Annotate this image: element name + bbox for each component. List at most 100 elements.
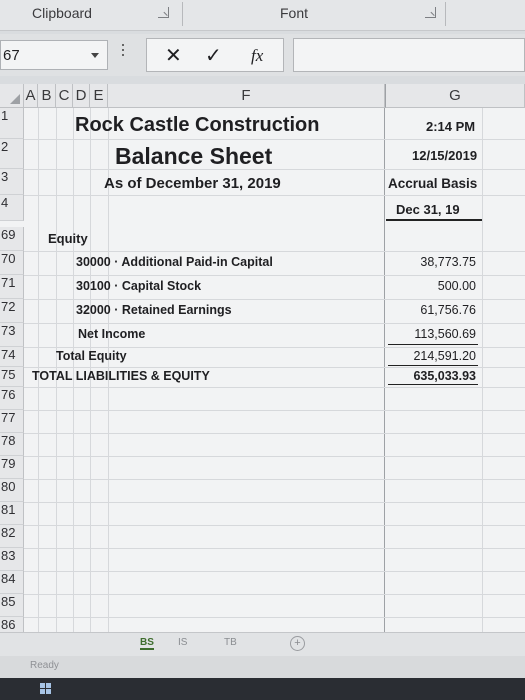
column-heading-date: Dec 31, 19 xyxy=(396,202,460,217)
name-box[interactable]: 67 xyxy=(0,40,108,70)
sheet-tab-bs[interactable]: BS xyxy=(140,637,154,650)
grid-line xyxy=(24,456,525,457)
drag-handle-icon[interactable] xyxy=(122,44,125,59)
row-header[interactable]: 71 xyxy=(0,275,24,299)
formula-input[interactable] xyxy=(293,38,525,72)
row-value-retained-earnings: 61,756.76 xyxy=(420,303,476,317)
row-value-total-liabilities-equity: 635,033.93 xyxy=(413,369,476,383)
insert-function-icon[interactable]: fx xyxy=(251,46,263,66)
column-header-g[interactable]: G xyxy=(385,84,525,108)
grid-line xyxy=(24,548,525,549)
grid-line xyxy=(24,410,525,411)
grid-line xyxy=(482,108,483,648)
row-header[interactable]: 82 xyxy=(0,525,24,548)
row-header[interactable]: 80 xyxy=(0,479,24,502)
cancel-icon[interactable]: ✕ xyxy=(165,43,182,68)
sheet-tab-is[interactable]: IS xyxy=(178,637,187,648)
column-header-b[interactable]: B xyxy=(38,84,56,108)
select-all-corner[interactable] xyxy=(0,84,24,108)
report-title: Balance Sheet xyxy=(115,143,273,169)
formula-bar: 67 ✕ ✓ fx xyxy=(0,34,525,76)
row-label-equity: Equity xyxy=(48,231,88,246)
ribbon: Clipboard Font xyxy=(0,0,525,31)
clipboard-group-label: Clipboard xyxy=(32,5,92,21)
row-header[interactable]: 69 xyxy=(0,227,24,251)
row-value-capital-stock: 500.00 xyxy=(437,279,476,293)
row-header[interactable]: 72 xyxy=(0,299,24,323)
font-group-label: Font xyxy=(280,5,309,21)
grid-line xyxy=(24,594,525,595)
row-header[interactable]: 4 xyxy=(0,195,24,221)
sheet-tab-bar: BS IS TB + xyxy=(0,632,525,657)
subtotal-underline xyxy=(388,344,478,345)
row-header[interactable]: 3 xyxy=(0,169,24,195)
grid-line xyxy=(24,323,525,324)
row-label-additional-paid-in-capital: 30000 · Additional Paid-in Capital xyxy=(76,255,273,269)
row-label-capital-stock: 30100 · Capital Stock xyxy=(76,279,202,293)
row-value-net-income: 113,560.69 xyxy=(414,327,476,341)
row-header[interactable]: 70 xyxy=(0,251,24,275)
windows-start-icon[interactable] xyxy=(40,683,52,695)
row-label-total-equity: Total Equity xyxy=(56,349,127,363)
chevron-down-icon[interactable] xyxy=(91,53,99,58)
report-as-of-date: As of December 31, 2019 xyxy=(104,175,281,192)
status-bar: Ready xyxy=(0,656,525,678)
grid-line xyxy=(24,502,525,503)
row-header[interactable]: 74 xyxy=(0,347,24,367)
column-header-a[interactable]: A xyxy=(24,84,38,108)
taskbar xyxy=(0,678,525,700)
grid-line xyxy=(24,169,525,170)
column-header-c[interactable]: C xyxy=(56,84,73,108)
ribbon-separator xyxy=(445,2,446,26)
name-box-value: 67 xyxy=(3,47,20,64)
report-date: 12/15/2019 xyxy=(412,148,478,163)
grand-total-double-underline xyxy=(388,384,478,385)
grid-line xyxy=(24,275,525,276)
row-label-retained-earnings: 32000 · Retained Earnings xyxy=(76,303,232,317)
column-header-d[interactable]: D xyxy=(73,84,90,108)
spreadsheet-grid[interactable]: A B C D E F G 1 2 3 4 Rock Castle Constr… xyxy=(0,84,525,654)
row-header[interactable]: 85 xyxy=(0,594,24,617)
grid-line xyxy=(24,571,525,572)
grid-line xyxy=(24,195,525,196)
row-header[interactable]: 76 xyxy=(0,387,24,410)
grid-line xyxy=(24,299,525,300)
row-header[interactable]: 79 xyxy=(0,456,24,479)
row-header[interactable]: 73 xyxy=(0,323,24,347)
status-text: Ready xyxy=(30,660,59,671)
row-header[interactable]: 2 xyxy=(0,139,24,169)
row-header[interactable]: 83 xyxy=(0,548,24,571)
grid-line xyxy=(24,251,525,252)
report-company-name: Rock Castle Construction xyxy=(75,114,320,136)
grid-line xyxy=(24,479,525,480)
row-header[interactable]: 77 xyxy=(0,410,24,433)
report-time: 2:14 PM xyxy=(426,119,476,134)
grid-line xyxy=(24,387,525,388)
report-basis: Accrual Basis xyxy=(388,176,478,191)
column-header-e[interactable]: E xyxy=(90,84,108,108)
grid-line xyxy=(24,433,525,434)
column-header-f[interactable]: F xyxy=(108,84,385,108)
grid-line xyxy=(24,617,525,618)
ribbon-separator xyxy=(182,2,183,26)
clipboard-dialog-launcher-icon[interactable] xyxy=(158,7,169,18)
sheet-tab-tb[interactable]: TB xyxy=(224,637,237,648)
enter-check-icon[interactable]: ✓ xyxy=(205,43,222,68)
font-dialog-launcher-icon[interactable] xyxy=(425,7,436,18)
row-header[interactable]: 84 xyxy=(0,571,24,594)
row-header[interactable]: 75 xyxy=(0,367,24,387)
grid-line xyxy=(24,347,525,348)
grid-line xyxy=(384,108,385,648)
row-value-additional-paid-in-capital: 38,773.75 xyxy=(420,255,476,269)
heading-underline xyxy=(386,219,482,221)
row-header[interactable]: 81 xyxy=(0,502,24,525)
row-value-total-equity: 214,591.20 xyxy=(413,349,476,363)
grid-line xyxy=(24,139,525,140)
grid-line xyxy=(24,367,525,368)
row-header[interactable]: 1 xyxy=(0,108,24,139)
total-underline xyxy=(388,365,478,366)
add-sheet-icon[interactable]: + xyxy=(290,636,305,651)
grid-line xyxy=(24,525,525,526)
row-header[interactable]: 78 xyxy=(0,433,24,456)
formula-buttons: ✕ ✓ fx xyxy=(146,38,284,72)
